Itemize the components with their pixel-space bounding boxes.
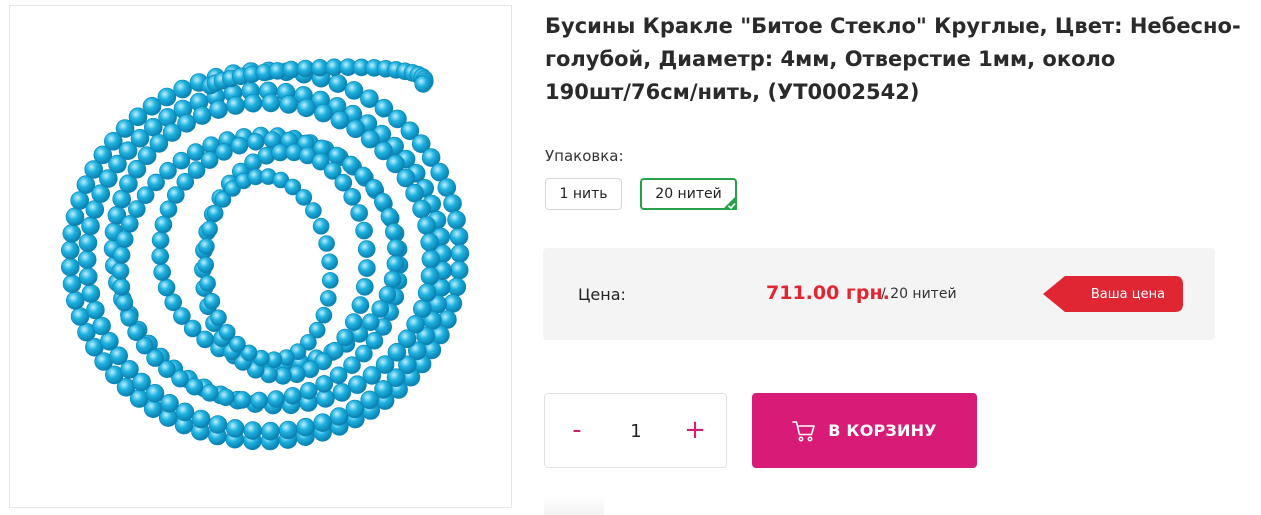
price-panel: Цена: 711.00 грн. / 20 нитей Ваша цена <box>543 248 1215 340</box>
product-title: Бусины Кракле "Битое Стекло" Круглые, Цв… <box>545 14 1241 104</box>
packaging-option-label: 1 нить <box>559 186 608 202</box>
packaging-option-1-strand[interactable]: 1 нить <box>545 178 622 210</box>
quantity-decrease-button[interactable]: - <box>562 416 592 446</box>
selected-check-icon <box>722 195 737 210</box>
cart-icon <box>792 420 816 441</box>
packaging-option-label: 20 нитей <box>655 186 722 202</box>
price-unit: / 20 нитей <box>881 286 957 302</box>
quantity-input[interactable] <box>605 418 667 444</box>
your-price-badge: Ваша цена <box>1043 276 1183 312</box>
packaging-label: Упаковка: <box>545 147 624 165</box>
price-value: 711.00 грн. <box>766 282 890 304</box>
quantity-increase-button[interactable]: + <box>680 416 710 446</box>
price-label: Цена: <box>578 285 626 304</box>
packaging-option-20-strands[interactable]: 20 нитей <box>640 178 737 210</box>
product-image[interactable] <box>9 5 512 508</box>
quantity-stepper: - + <box>544 393 727 468</box>
add-to-cart-label: В КОРЗИНУ <box>828 421 937 440</box>
add-to-cart-button[interactable]: В КОРЗИНУ <box>752 393 977 468</box>
your-price-label: Ваша цена <box>1090 286 1166 302</box>
bead-strand-image <box>60 58 470 451</box>
divider-shadow <box>544 495 604 515</box>
